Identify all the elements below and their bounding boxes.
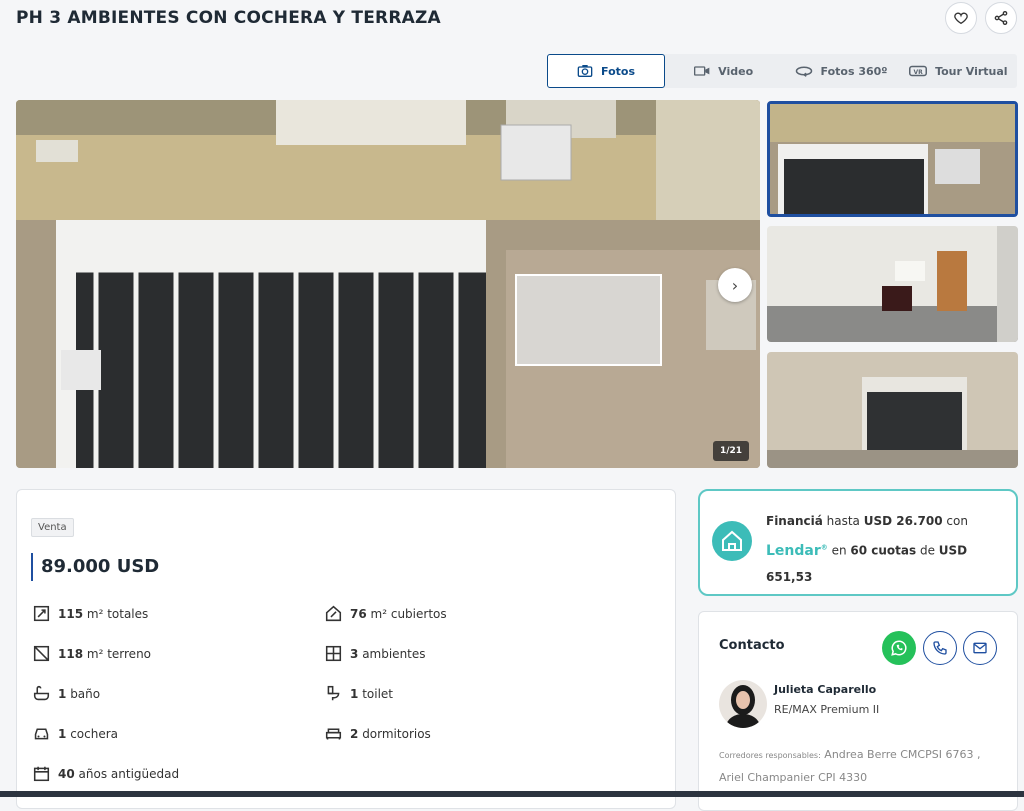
agent-name: Julieta Caparello — [774, 683, 877, 696]
feature-garage: 1 cochera — [33, 725, 118, 742]
feature-label: ambientes — [362, 646, 426, 661]
feature-label: cochera — [70, 726, 118, 741]
avatar — [719, 680, 767, 728]
bottom-bar — [0, 791, 1024, 797]
feature-toilet: 1 toilet — [325, 685, 393, 702]
price: 89.000 USD — [31, 553, 159, 581]
page-title: PH 3 AMBIENTES CON COCHERA Y TERRAZA — [16, 8, 441, 28]
feature-covered-area: 76 m² cubiertos — [325, 605, 447, 622]
thumbnail-3[interactable] — [767, 352, 1018, 468]
feature-label: m² totales — [86, 606, 149, 621]
video-icon — [694, 66, 710, 76]
vr-icon: VR — [909, 65, 928, 77]
covered-area-icon — [325, 605, 342, 622]
toilet-icon — [327, 685, 340, 701]
share-icon — [994, 11, 1008, 25]
heart-icon — [954, 12, 968, 25]
feature-label: baño — [70, 686, 101, 701]
operation-badge: Venta — [31, 518, 74, 537]
photo-counter: 1/21 — [713, 441, 750, 461]
contact-card: Contacto Julieta Caparello RE/MAX Premiu… — [698, 611, 1018, 811]
rooms-icon — [325, 645, 342, 662]
tab-label: Fotos — [601, 64, 635, 78]
tab-fotos[interactable]: Fotos — [547, 54, 665, 88]
whatsapp-button[interactable] — [882, 631, 916, 665]
phone-button[interactable] — [923, 631, 957, 665]
responsible-brokers: Corredores responsables: Andrea Berre CM… — [719, 744, 1009, 789]
camera-icon — [577, 65, 593, 77]
feature-value: 115 — [58, 606, 84, 621]
feature-age: 40 años antigüedad — [33, 765, 179, 782]
feature-label: m² terreno — [86, 646, 152, 661]
tab-tour-virtual[interactable]: VR Tour Virtual — [900, 54, 1017, 88]
financing-banner[interactable]: Financiá hasta USD 26.700 con Lendar® en… — [698, 489, 1018, 596]
financing-prefix: Financiá — [766, 514, 823, 528]
responsible-broker-2: Ariel Champanier CPI 4330 — [719, 771, 868, 784]
feature-bedrooms: 2 dormitorios — [325, 725, 431, 742]
feature-bathroom: 1 baño — [33, 685, 100, 702]
bed-icon — [325, 728, 342, 740]
thumbnail-1[interactable] — [767, 101, 1018, 217]
agency-name: RE/MAX Premium II — [774, 703, 880, 716]
lendar-logo-icon — [712, 521, 752, 561]
financing-mid1: hasta — [822, 514, 864, 528]
tab-fotos-360[interactable]: Fotos 360º — [782, 54, 899, 88]
feature-land-area: 118 m² terreno — [33, 645, 151, 662]
land-area-icon — [33, 645, 50, 662]
lendar-brand-mark: ® — [820, 543, 828, 551]
share-button[interactable] — [985, 2, 1017, 34]
feature-value: 1 — [350, 686, 359, 701]
feature-value: 40 — [58, 766, 75, 781]
responsible-label: Corredores responsables: — [719, 751, 821, 760]
thumbnail-2[interactable] — [767, 226, 1018, 342]
feature-label: años antigüedad — [78, 766, 180, 781]
financing-text: Financiá hasta USD 26.700 con Lendar® en… — [766, 508, 1006, 590]
financing-mid2: con — [942, 514, 968, 528]
phone-icon — [933, 641, 947, 655]
lendar-brand: Lendar® — [766, 543, 828, 559]
tab-video[interactable]: Video — [665, 54, 782, 88]
bathtub-icon — [33, 686, 50, 701]
main-photo[interactable] — [16, 100, 760, 468]
listing-details-card: Venta 89.000 USD 115 m² totales 76 m² cu… — [16, 489, 676, 809]
media-tabs: Fotos Video Fotos 360º VR Tour Virtual — [547, 54, 1017, 88]
chevron-right-icon: › — [731, 275, 739, 295]
feature-value: 2 — [350, 726, 359, 741]
feature-total-area: 115 m² totales — [33, 605, 148, 622]
feature-value: 76 — [350, 606, 367, 621]
favorite-button[interactable] — [945, 2, 977, 34]
car-icon — [34, 728, 49, 740]
feature-label: dormitorios — [362, 726, 431, 741]
360-icon — [795, 66, 812, 77]
financing-mid4: de — [916, 543, 939, 558]
contact-heading: Contacto — [719, 638, 785, 653]
feature-value: 1 — [58, 726, 67, 741]
svg-text:VR: VR — [914, 69, 924, 76]
financing-installments: 60 cuotas — [850, 543, 917, 558]
tab-label: Video — [718, 64, 754, 78]
feature-rooms: 3 ambientes — [325, 645, 426, 662]
email-button[interactable] — [963, 631, 997, 665]
financing-amount: USD 26.700 — [863, 514, 943, 528]
feature-value: 1 — [58, 686, 67, 701]
tab-label: Tour Virtual — [935, 64, 1008, 78]
tab-label: Fotos 360º — [820, 64, 888, 78]
whatsapp-icon — [891, 640, 907, 656]
mail-icon — [973, 642, 987, 654]
next-photo-button[interactable]: › — [718, 268, 752, 302]
feature-label: m² cubiertos — [370, 606, 447, 621]
feature-label: toilet — [362, 686, 393, 701]
responsible-broker-1: Andrea Berre CMCPSI 6763 , — [824, 748, 981, 761]
feature-value: 118 — [58, 646, 84, 661]
calendar-icon — [33, 766, 50, 782]
total-area-icon — [33, 605, 50, 622]
feature-value: 3 — [350, 646, 359, 661]
lendar-brand-name: Lendar — [766, 542, 821, 559]
financing-mid3: en — [827, 543, 851, 558]
